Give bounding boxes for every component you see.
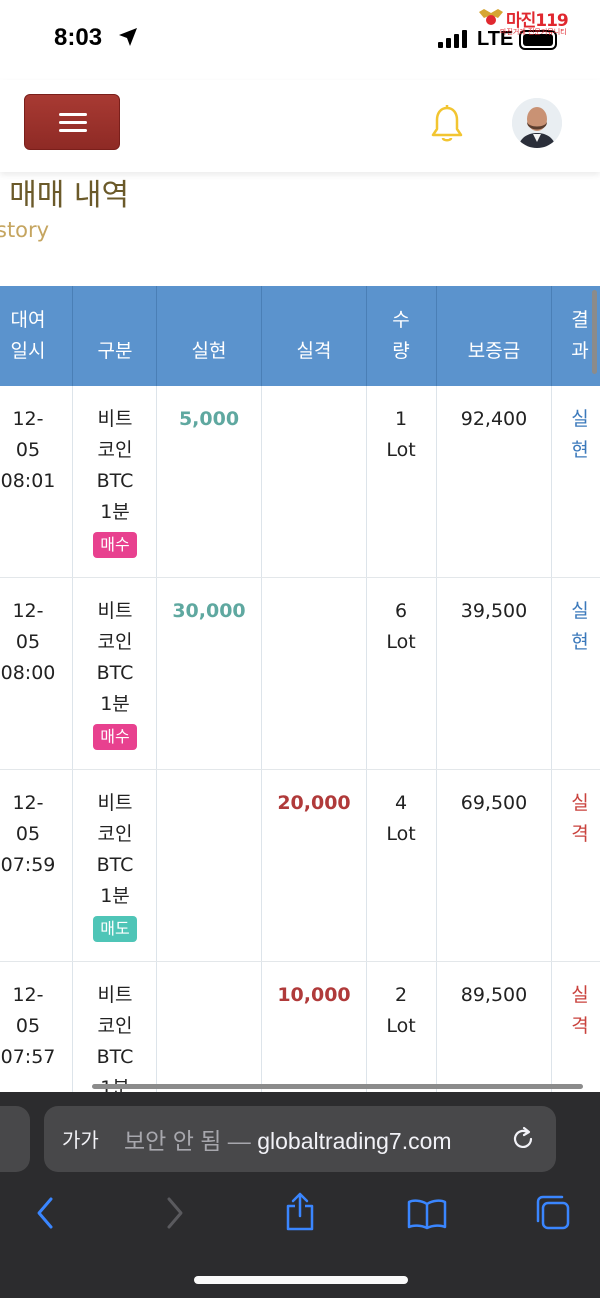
text-size-button[interactable]: 가가 <box>62 1124 99 1153</box>
side-badge: 매도 <box>93 916 137 942</box>
cell-qty: 1 Lot <box>386 408 416 461</box>
cell-margin: 39,500 <box>460 600 528 622</box>
cell-result: 실격 <box>571 792 589 845</box>
cell-result: 실격 <box>571 984 589 1037</box>
cell-qty: 2 Lot <box>386 984 416 1037</box>
bookmarks-icon[interactable] <box>406 1198 448 1230</box>
avatar[interactable] <box>512 98 562 148</box>
url-text[interactable]: 보안 안 됨 — globaltrading7.com <box>124 1122 452 1156</box>
share-icon[interactable] <box>284 1192 316 1232</box>
insecure-label: 보안 안 됨 — <box>124 1128 251 1154</box>
tabs-icon[interactable] <box>534 1194 572 1232</box>
signal-icon <box>438 30 467 48</box>
reload-icon[interactable] <box>510 1126 536 1152</box>
cell-date: 12- 05 08:00 <box>0 600 56 684</box>
cell-date: 12- 05 08:01 <box>0 408 56 492</box>
cell-type: 비트코인BTC1분 <box>96 984 134 1092</box>
vertical-scrollbar[interactable] <box>592 290 597 374</box>
cell-margin: 89,500 <box>460 984 528 1006</box>
cell-loss: 20,000 <box>277 792 351 814</box>
table-row[interactable]: 12- 05 08:00 비트 코인 BTC 1분 매수 30,000 6 Lot 39,5… <box>0 578 600 770</box>
table-header: 대여 일시 구분 실현 실격 수량 보증금 결과 <box>0 286 600 386</box>
bell-icon[interactable] <box>430 104 464 144</box>
header-date: 대여 일시 <box>10 309 46 362</box>
previous-tab-preview[interactable] <box>0 1106 30 1172</box>
cell-margin: 92,400 <box>460 408 528 430</box>
app-header <box>0 80 600 172</box>
location-arrow-icon <box>119 28 137 46</box>
cell-qty: 4 Lot <box>386 792 416 845</box>
cell-date: 12- 05 07:57 <box>0 984 56 1068</box>
horizontal-scrollbar[interactable] <box>92 1084 583 1089</box>
cell-loss: 10,000 <box>277 984 351 1006</box>
cell-profit: 30,000 <box>172 600 246 622</box>
header-qty: 수량 <box>392 309 410 362</box>
menu-button[interactable] <box>24 94 120 150</box>
home-indicator[interactable] <box>194 1276 408 1284</box>
page-subtitle: story <box>0 218 50 242</box>
address-bar[interactable]: 가가 보안 안 됨 — globaltrading7.com <box>44 1106 556 1172</box>
side-badge: 매수 <box>93 532 137 558</box>
forward-icon[interactable] <box>164 1196 186 1230</box>
header-type: 구분 <box>97 339 133 362</box>
cell-type: 비트 코인 BTC 1분 매수 <box>74 596 156 752</box>
cell-result: 실현 <box>571 600 589 653</box>
url-domain: globaltrading7.com <box>257 1128 452 1154</box>
header-profit: 실현 <box>191 339 227 362</box>
trade-history-table[interactable]: 대여 일시 구분 실현 실격 수량 보증금 결과 12- 05 08:01 비트 코인 B… <box>0 286 600 1092</box>
status-time: 8:03 <box>54 24 103 51</box>
cell-result: 실현 <box>571 408 589 461</box>
back-icon[interactable] <box>34 1196 56 1230</box>
header-loss: 실격 <box>296 339 332 362</box>
table-row[interactable]: 12- 05 08:01 비트 코인 BTC 1분 매수 5,000 1 Lot 92,40… <box>0 386 600 578</box>
table-row[interactable]: 12-0507:57 비트코인BTC1분 10,000 2Lot 89,500 … <box>0 962 600 1092</box>
side-badge: 매수 <box>93 724 137 750</box>
cell-profit: 5,000 <box>178 408 240 430</box>
page-title: 의 매매 내역 <box>0 178 130 213</box>
watermark-logo: 마진119 마진거래 전문커뮤니티 <box>476 4 594 36</box>
cell-type: 비트 코인 BTC 1분 매도 <box>74 788 156 944</box>
status-bar: 8:03 LTE 마진119 마진거래 전문커뮤니티 <box>0 0 600 80</box>
table-row[interactable]: 12- 05 07:59 비트 코인 BTC 1분 매도 20,000 4 Lot 69,5… <box>0 770 600 962</box>
header-margin: 보증금 <box>467 339 521 362</box>
cell-type: 비트 코인 BTC 1분 매수 <box>74 404 156 560</box>
cell-date: 12- 05 07:59 <box>0 792 56 876</box>
cell-qty: 6 Lot <box>386 600 416 653</box>
watermark-subtext: 마진거래 전문커뮤니티 <box>500 28 567 36</box>
cell-margin: 69,500 <box>460 792 528 814</box>
